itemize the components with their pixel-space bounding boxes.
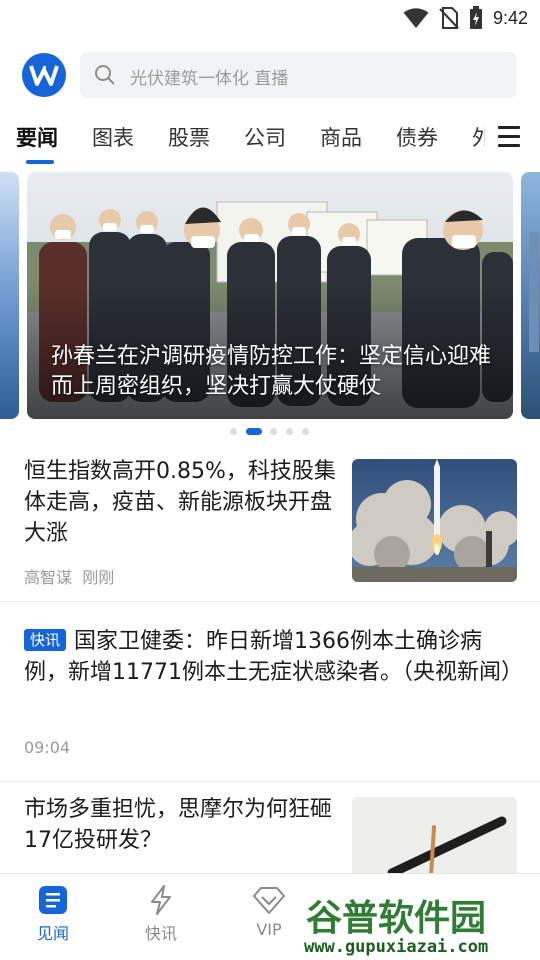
app-header: 光伏建筑一体化 直播 (0, 50, 540, 100)
flash-badge: 快讯 (24, 629, 67, 651)
status-time: 9:42 (492, 7, 528, 28)
feed-divider (0, 781, 540, 782)
tab-companies[interactable]: 公司 (244, 122, 286, 152)
article-meta: 高智谋 刚刚 (24, 564, 114, 588)
app-logo[interactable] (22, 53, 66, 97)
tab-commodities[interactable]: 商品 (320, 122, 362, 152)
document-icon (39, 886, 67, 914)
wallstreetcn-logo-icon (29, 65, 59, 86)
diamond-icon (253, 887, 285, 914)
tab-charts[interactable]: 图表 (92, 122, 134, 152)
lightning-icon (151, 885, 171, 915)
carousel-dot-active[interactable] (246, 428, 262, 435)
site-watermark: 谷普软件园 www.gupuxiazai.com (296, 886, 540, 960)
nav-flash-label: 快讯 (144, 924, 177, 943)
nav-vip[interactable]: VIP (234, 884, 304, 939)
article-item[interactable]: 恒生指数高开0.85%，科技股集体走高，疫苗、新能源板块开盘大涨 高智谋 刚刚 (0, 452, 540, 600)
nav-flash[interactable]: 快讯 (126, 884, 196, 944)
no-sim-icon (439, 7, 459, 29)
news-carousel[interactable]: 孙春兰在沪调研疫情防控工作：坚定信心迎难而上周密组织，坚决打赢大仗硬仗 (0, 172, 540, 422)
active-tab-indicator (26, 160, 54, 164)
category-tabs: 要闻 图表 股票 公司 商品 债券 外 (0, 110, 540, 166)
search-icon (95, 65, 115, 85)
tab-forex[interactable]: 外 (472, 122, 485, 152)
carousel-caption: 孙春兰在沪调研疫情防控工作：坚定信心迎难而上周密组织，坚决打赢大仗硬仗 (51, 344, 492, 399)
article-author: 高智谋 (24, 568, 73, 587)
article-title: 市场多重担忧，思摩尔为何狂砸17亿投研发？ (24, 797, 333, 853)
carousel-dot[interactable] (270, 428, 277, 435)
carousel-prev-slide[interactable] (0, 172, 19, 419)
carousel-main-slide[interactable]: 孙春兰在沪调研疫情防控工作：坚定信心迎难而上周密组织，坚决打赢大仗硬仗 (27, 172, 513, 419)
article-title: 恒生指数高开0.85%，科技股集体走高，疫苗、新能源板块开盘大涨 (24, 459, 336, 546)
tab-news[interactable]: 要闻 (16, 122, 58, 152)
battery-charging-icon (469, 6, 482, 29)
tab-stocks[interactable]: 股票 (168, 122, 210, 152)
search-bar[interactable]: 光伏建筑一体化 直播 (80, 52, 517, 98)
article-time: 刚刚 (82, 568, 115, 587)
watermark-brand: 谷普软件园 (306, 898, 486, 939)
carousel-indicator (0, 426, 540, 436)
nav-news[interactable]: 见闻 (18, 884, 88, 944)
menu-icon[interactable] (494, 124, 528, 152)
article-thumbnail (352, 459, 517, 582)
status-bar: 9:42 (0, 0, 540, 36)
feed-divider (0, 601, 540, 602)
rocket-launch-image (352, 459, 517, 582)
tab-bonds[interactable]: 债券 (396, 122, 438, 152)
carousel-dot[interactable] (302, 428, 309, 435)
carousel-dot[interactable] (286, 428, 293, 435)
watermark-url: www.gupuxiazai.com (304, 937, 488, 957)
flash-news-time: 09:04 (24, 738, 71, 757)
carousel-dot[interactable] (230, 428, 237, 435)
nav-news-label: 见闻 (36, 924, 69, 943)
article-item[interactable]: 市场多重担忧，思摩尔为何狂砸17亿投研发？ (0, 792, 540, 920)
wifi-icon (403, 8, 429, 28)
flash-news-item[interactable]: 快讯 国家卫健委：昨日新增1366例本土确诊病例，新增11771例本土无症状感染者… (0, 620, 540, 780)
search-placeholder: 光伏建筑一体化 直播 (130, 69, 289, 89)
app-screen: 9:42 光伏建筑一体化 直播 要闻 图表 股票 公司 商品 债券 外 孙春兰在… (0, 0, 540, 960)
flash-news-text: 快讯 国家卫健委：昨日新增1366例本土确诊病例，新增11771例本土无症状感染者… (24, 626, 523, 688)
nav-vip-label: VIP (256, 920, 282, 939)
carousel-next-slide[interactable] (521, 172, 540, 419)
flash-news-title: 国家卫健委：昨日新增1366例本土确诊病例，新增11771例本土无症状感染者。（… (24, 629, 523, 685)
